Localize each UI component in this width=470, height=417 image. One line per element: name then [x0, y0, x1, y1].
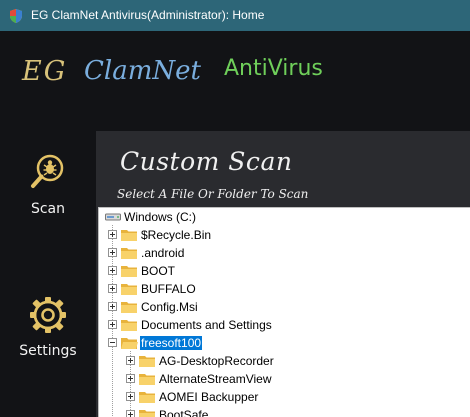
sidebar-item-settings-label: Settings: [19, 343, 77, 359]
title-bar: EG ClamNet Antivirus(Administrator): Hom…: [0, 0, 470, 31]
shield-app-icon: [10, 9, 22, 23]
tree-item-ag-desktoprecorder[interactable]: AG-DesktopRecorder: [99, 352, 470, 370]
drive-icon: [105, 213, 121, 221]
folder-icon: [121, 230, 137, 241]
tree-item-documents-and-settings[interactable]: Documents and Settings: [99, 316, 470, 334]
app-body: EG ClamNet AntiVirus Scan Settings Custo…: [0, 31, 470, 417]
tree-item-boot[interactable]: BOOT: [99, 262, 470, 280]
sidebar-item-scan[interactable]: Scan: [0, 153, 96, 217]
tree-item-buffalo[interactable]: BUFFALO: [99, 280, 470, 298]
expand-icon[interactable]: [126, 392, 135, 401]
window-title: EG ClamNet Antivirus(Administrator): Hom…: [31, 8, 265, 22]
tree-item-freesoft100[interactable]: freesoft100: [99, 334, 470, 352]
tree-item-bootsafe[interactable]: BootSafe: [99, 406, 470, 417]
tree-item-label: .android: [141, 246, 185, 260]
folder-icon: [121, 302, 137, 313]
tree-item-label: Documents and Settings: [141, 318, 272, 332]
tree-item-label: Config.Msi: [141, 300, 198, 314]
tree-item-aomei-backupper[interactable]: AOMEI Backupper: [99, 388, 470, 406]
expand-icon[interactable]: [108, 284, 117, 293]
tree-item-label: AG-DesktopRecorder: [159, 354, 274, 368]
tree-item-android[interactable]: .android: [99, 244, 470, 262]
folder-icon: [139, 392, 155, 403]
bug-search-icon: [31, 154, 64, 188]
open-folder-icon: [121, 338, 138, 349]
folder-icon: [121, 248, 137, 259]
expand-icon[interactable]: [126, 356, 135, 365]
expand-icon[interactable]: [108, 320, 117, 329]
folder-icon: [121, 284, 137, 295]
expand-icon[interactable]: [108, 230, 117, 239]
folder-icon: [139, 374, 155, 385]
page-subtitle: Select A File Or Folder To Scan: [117, 187, 309, 201]
tree-item-label: BOOT: [141, 264, 176, 278]
expand-icon[interactable]: [126, 410, 135, 417]
tree-item-label: BootSafe: [159, 408, 209, 417]
custom-scan-panel: Custom Scan Select A File Or Folder To S…: [96, 131, 470, 417]
expand-icon[interactable]: [108, 302, 117, 311]
tree-item-config-msi[interactable]: Config.Msi: [99, 298, 470, 316]
tree-item-alternatestreamview[interactable]: AlternateStreamView: [99, 370, 470, 388]
brand-antivirus: AntiVirus: [224, 56, 323, 81]
sidebar-item-scan-label: Scan: [30, 201, 66, 217]
gear-icon: [30, 297, 66, 333]
folder-icon: [121, 266, 137, 277]
folder-icon: [121, 320, 137, 331]
tree-item-label: AlternateStreamView: [159, 372, 272, 386]
expand-icon[interactable]: [108, 266, 117, 275]
folder-icon: [139, 356, 155, 367]
folder-icon: [139, 410, 155, 417]
expand-icon[interactable]: [126, 374, 135, 383]
sidebar-item-settings[interactable]: Settings: [0, 295, 96, 359]
brand-clamnet: ClamNet: [84, 56, 201, 86]
page-title: Custom Scan: [120, 147, 293, 176]
tree-item-label: $Recycle.Bin: [141, 228, 212, 242]
folder-tree[interactable]: Windows (C:) $Recycle.Bin .android BOOT …: [98, 207, 470, 417]
tree-root-label: Windows (C:): [124, 210, 197, 224]
tree-item-label: AOMEI Backupper: [159, 390, 259, 404]
collapse-icon[interactable]: [108, 338, 117, 347]
tree-item-label: freesoft100: [140, 336, 203, 350]
tree-root[interactable]: Windows (C:): [99, 208, 470, 226]
expand-icon[interactable]: [108, 248, 117, 257]
tree-item-recycle-bin[interactable]: $Recycle.Bin: [99, 226, 470, 244]
brand-eg: EG: [22, 56, 68, 87]
tree-item-label: BUFFALO: [141, 282, 196, 296]
